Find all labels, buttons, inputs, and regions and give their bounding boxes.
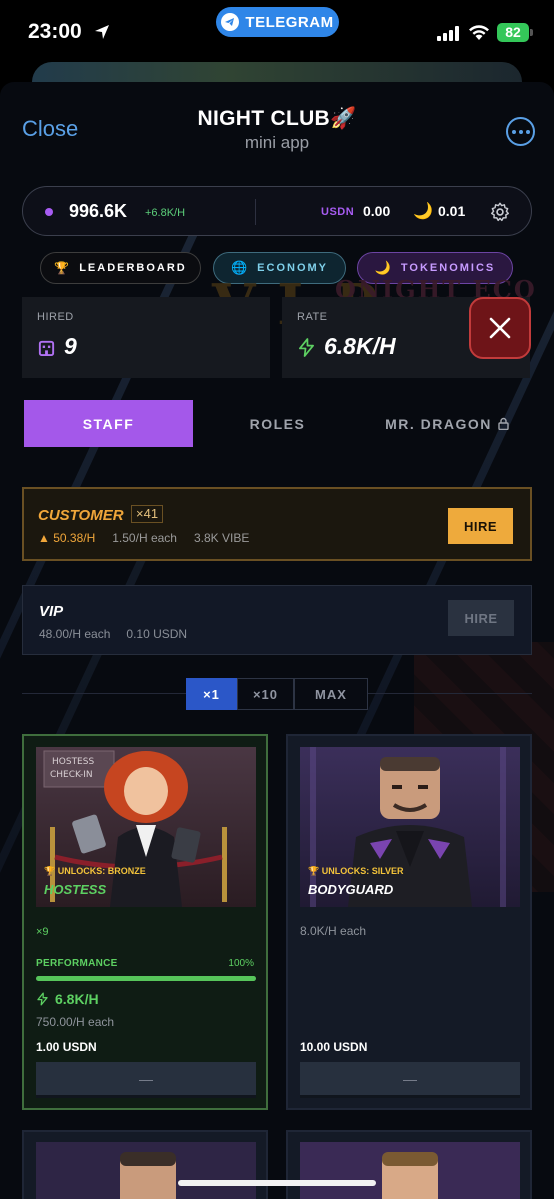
close-icon [489,317,511,339]
performance-value: 100% [228,958,254,969]
multiplier-max[interactable]: MAX [294,678,368,710]
battery-tip [530,29,533,36]
hostess-rate: 6.8K/H [36,991,99,1007]
battery-indicator: 82 [497,23,529,42]
home-indicator[interactable] [178,1180,376,1186]
hostess-buy-button[interactable]: — [36,1062,256,1098]
close-button[interactable]: Close [22,116,78,142]
divider [255,199,256,225]
balance-value: 996.6K [69,201,128,221]
hostess-price: 1.00 USDN [36,1040,97,1054]
customer-each: 1.50/H each [112,531,177,545]
lightning-icon [298,338,315,357]
hostess-rate-value: 6.8K/H [55,991,99,1007]
tokenomics-label: TOKENOMICS [400,262,496,274]
app-subtitle: mini app [244,133,310,152]
rate-value: 6.8K/H [324,333,396,359]
leaderboard-pill[interactable]: 🏆 LEADERBOARD [40,252,201,284]
signal-icon [437,26,459,41]
app-title: NIGHT CLUB🚀 [197,107,357,130]
tab-staff[interactable]: STAFF [24,400,193,447]
role-illustration [300,1142,520,1199]
dot-icon [518,129,523,134]
dot-icon [511,129,516,134]
status-time: 23:00 [28,20,82,43]
vip-each: 48.00/H each [39,627,111,641]
app-title-block: NIGHT CLUB🚀 mini app [150,107,404,153]
rate-label: RATE [297,311,328,323]
hostess-portrait: HOSTESS CHECK-IN 🏆 UNLOCKS: BRONZE HOSTE… [36,747,256,907]
hostess-card[interactable]: HOSTESS CHECK-IN 🏆 UNLOCKS: BRONZE HOSTE… [22,734,268,1110]
sign-text: HOSTESS [52,757,94,767]
status-bar: 23:00 TELEGRAM 82 [0,0,554,62]
hostess-name: HOSTESS [44,882,107,897]
customer-count: ×41 [131,505,164,523]
tab-mr-dragon-label: MR. DRAGON [385,415,492,432]
settings-gear-icon[interactable] [489,201,511,223]
bodyguard-card[interactable]: 🏆 UNLOCKS: SILVER BODYGUARD 8.0K/H each … [286,734,532,1110]
role-illustration [36,1142,256,1199]
tab-mr-dragon[interactable]: MR. DRAGON [362,400,532,447]
dot-icon [525,129,530,134]
bodyguard-unlock: 🏆 UNLOCKS: SILVER [308,866,404,876]
vip-price: 0.10 USDN [126,627,188,641]
trophy-icon: 🏆 [54,261,72,275]
bodyguard-price: 10.00 USDN [300,1040,368,1054]
more-options-button[interactable] [506,117,535,146]
balance-bar: 996.6K +6.8K/H USDN 0.00 🌙 0.01 [22,186,532,236]
multiplier-x10[interactable]: ×10 [237,678,294,710]
usdn-label: USDN [321,206,355,218]
hired-label: HIRED [37,311,74,323]
hostess-unlock: 🏆 UNLOCKS: BRONZE [44,866,146,876]
vip-name: VIP [39,603,64,620]
customer-name: CUSTOMER [38,507,124,524]
wifi-icon [469,25,489,40]
bodyguard-buy-button[interactable]: — [300,1062,520,1098]
customer-price: 3.8K VIBE [193,531,250,545]
bodyguard-name: BODYGUARD [308,882,394,897]
multiplier-x1[interactable]: ×1 [186,678,237,710]
location-arrow-icon [95,25,109,39]
telegram-label: TELEGRAM [245,13,334,31]
lightning-icon [37,992,48,1006]
moon-value: 0.01 [438,203,466,219]
bodyguard-each: 8.0K/H each [300,924,367,938]
hire-customer-button[interactable]: HIRE [448,508,513,544]
next-role-card[interactable] [286,1130,532,1199]
hired-value: 9 [64,333,77,359]
customer-meta: ▲ 50.38/H 1.50/H each 3.8K VIBE [38,531,249,545]
customer-card: CUSTOMER ×41 ▲ 50.38/H 1.50/H each 3.8K … [22,487,532,561]
sign-text: CHECK-IN [50,770,93,780]
performance-fill [36,976,256,981]
next-role-card[interactable] [22,1130,268,1199]
dismiss-x-button[interactable] [469,297,531,359]
vip-meta: 48.00/H each 0.10 USDN [39,627,187,641]
lock-icon [498,417,509,430]
hostess-each: 750.00/H each [36,1015,115,1029]
balance-dot-icon [45,208,53,216]
telegram-icon [221,13,240,31]
performance-bar [36,976,256,981]
usdn-value: 0.00 [363,203,391,219]
hostess-count: ×9 [36,926,49,938]
balance-rate: +6.8K/H [145,207,186,219]
hired-stat: HIRED 9 [22,297,270,378]
telegram-banner[interactable]: TELEGRAM [216,7,339,37]
moon-icon: 🌙 [413,203,433,220]
customer-rate: ▲ 50.38/H [38,531,96,545]
leaderboard-label: LEADERBOARD [79,262,187,274]
tab-roles[interactable]: ROLES [193,400,362,447]
performance-label: PERFORMANCE [36,958,118,969]
bodyguard-portrait: 🏆 UNLOCKS: SILVER BODYGUARD [300,747,520,907]
vip-card: VIP 48.00/H each 0.10 USDN HIRE [22,585,532,655]
hire-vip-button[interactable]: HIRE [448,600,514,636]
mini-app: Close NIGHT CLUB🚀 mini app 996.6K +6.8K/… [0,82,554,1199]
building-icon [38,340,55,357]
